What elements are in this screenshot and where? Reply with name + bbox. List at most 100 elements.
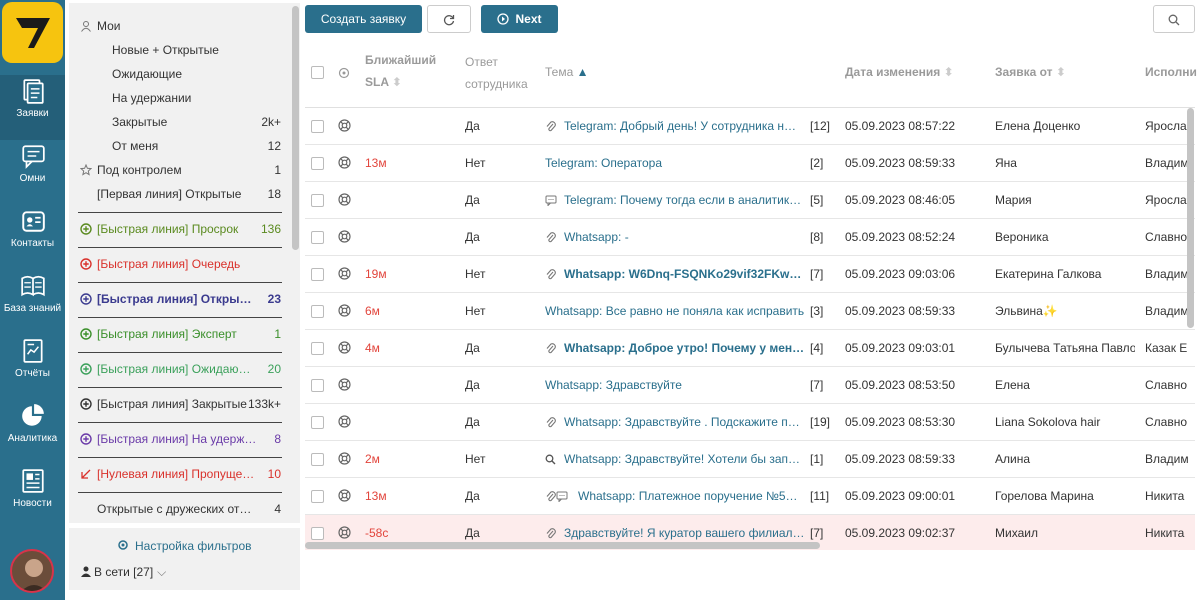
header-sla[interactable]: Ближайший SLA ⬍ xyxy=(365,49,445,93)
subject-link[interactable]: Whatsapp: - xyxy=(564,219,805,256)
nav-item-5[interactable]: Отчёты xyxy=(0,335,65,400)
assignee-name[interactable]: Казак Е xyxy=(1145,330,1195,367)
table-horizontal-scrollbar[interactable] xyxy=(305,542,820,549)
filter-my-sub-4[interactable]: Закрытые 2k+ xyxy=(69,112,291,132)
requester-name[interactable]: Горелова Марина xyxy=(995,478,1135,515)
requester-name[interactable]: Эльвина✨ xyxy=(995,293,1135,330)
assignee-name[interactable]: Славно xyxy=(1145,367,1195,404)
filter-group-6[interactable]: [Быстрая линия] Закрытые 133k+ xyxy=(69,394,291,414)
next-button[interactable]: Next xyxy=(481,5,558,33)
search-button[interactable] xyxy=(1153,5,1195,33)
filter-scrollbar[interactable] xyxy=(292,6,299,250)
table-row[interactable]: Да Whatsapp: Здравствуйте . Подскажите п…… xyxy=(305,404,1195,441)
subject-link[interactable]: Telegram: Оператора xyxy=(545,145,805,182)
nav-item-6[interactable]: Аналитика xyxy=(0,400,65,465)
assignee-name[interactable]: Никита xyxy=(1145,515,1195,550)
requester-name[interactable]: Мария xyxy=(995,182,1135,219)
subject-link[interactable]: Whatsapp: Здравствуйте! Хотели бы зап… xyxy=(564,441,805,478)
header-assignee[interactable]: Исполни xyxy=(1145,65,1197,79)
subject-link[interactable]: Whatsapp: Все равно не поняла как исправ… xyxy=(545,293,805,330)
assignee-name[interactable]: Никита xyxy=(1145,478,1195,515)
create-ticket-button[interactable]: Создать заявку xyxy=(305,5,422,33)
filter-group-8[interactable]: [Нулевая линия] Пропуще… 10 xyxy=(69,464,291,484)
row-checkbox[interactable] xyxy=(311,527,324,540)
table-row[interactable]: Да Whatsapp: - [8] 05.09.2023 08:52:24 Верон… xyxy=(305,219,1195,256)
subject-link[interactable]: Whatsapp: Здравствуйте xyxy=(545,367,805,404)
select-all-checkbox[interactable] xyxy=(311,66,324,79)
filter-group-3[interactable]: [Быстрая линия] Открыт… 23 xyxy=(69,289,291,309)
table-row[interactable]: 6м Нет Whatsapp: Все равно не поняла как и… xyxy=(305,293,1195,330)
table-row[interactable]: 4м Да Whatsapp: Доброе утро! Почему у мен…… xyxy=(305,330,1195,367)
filter-group-5[interactable]: [Быстрая линия] Ожидаю… 20 xyxy=(69,359,291,379)
table-row[interactable]: 2м Нет Whatsapp: Здравствуйте! Хотели бы з… xyxy=(305,441,1195,478)
header-modified[interactable]: Дата изменения ⬍ xyxy=(845,65,954,79)
table-row[interactable]: Да Telegram: Почему тогда если в аналитик… xyxy=(305,182,1195,219)
header-from[interactable]: Заявка от ⬍ xyxy=(995,65,1066,79)
filter-group-9[interactable]: Открытые с дружеских от… 4 xyxy=(69,499,291,519)
row-checkbox[interactable] xyxy=(311,305,324,318)
row-checkbox[interactable] xyxy=(311,490,324,503)
requester-name[interactable]: Елена xyxy=(995,367,1135,404)
row-checkbox[interactable] xyxy=(311,453,324,466)
nav-item-4[interactable]: База знаний xyxy=(0,270,65,335)
filter-my-sub-5[interactable]: От меня 12 xyxy=(69,136,291,156)
requester-name[interactable]: Вероника xyxy=(995,219,1135,256)
user-avatar[interactable] xyxy=(10,549,54,593)
requester-name[interactable]: Булычева Татьяна Павло xyxy=(995,330,1135,367)
nav-item-1[interactable]: Заявки xyxy=(0,75,65,140)
filter-my-sub-1[interactable]: Новые + Открытые xyxy=(69,40,291,60)
app-logo[interactable] xyxy=(2,2,63,63)
arrow-down-left-icon xyxy=(81,469,91,479)
requester-name[interactable]: Liana Sokolova hair xyxy=(995,404,1135,441)
row-checkbox[interactable] xyxy=(311,120,324,133)
filter-my-sub-2[interactable]: Ожидающие xyxy=(69,64,291,84)
row-checkbox[interactable] xyxy=(311,342,324,355)
requester-name[interactable]: Яна xyxy=(995,145,1135,182)
row-checkbox[interactable] xyxy=(311,416,324,429)
subject-link[interactable]: Whatsapp: W6Dnq-FSQNKo29vif32FKw… xyxy=(564,256,805,293)
row-checkbox[interactable] xyxy=(311,231,324,244)
header-answer[interactable]: Ответ сотрудника xyxy=(465,51,530,95)
requester-name[interactable]: Михаил xyxy=(995,515,1135,550)
assignee-name[interactable]: Владим xyxy=(1145,441,1195,478)
assignee-name[interactable]: Славно xyxy=(1145,404,1195,441)
filter-my-sub-3[interactable]: На удержании xyxy=(69,88,291,108)
filter-first-line-open[interactable]: [Первая линия] Открытые 18 xyxy=(69,184,291,204)
nav-item-7[interactable]: Новости xyxy=(0,465,65,530)
requester-name[interactable]: Елена Доценко xyxy=(995,108,1135,145)
subject-link[interactable]: Whatsapp: Здравствуйте . Подскажите п… xyxy=(564,404,805,441)
settings-icon[interactable] xyxy=(338,67,350,79)
subject-link[interactable]: Whatsapp: Доброе утро! Почему у мен… xyxy=(564,330,805,367)
subject-link[interactable]: Telegram: Почему тогда если в аналитик… xyxy=(564,182,805,219)
filter-under-control[interactable]: Под контролем 1 xyxy=(69,160,291,180)
table-row[interactable]: 19м Нет Whatsapp: W6Dnq-FSQNKo29vif32FKw… [… xyxy=(305,256,1195,293)
requester-name[interactable]: Алина xyxy=(995,441,1135,478)
requester-name[interactable]: Екатерина Галкова xyxy=(995,256,1135,293)
lifebuoy-icon xyxy=(338,378,351,391)
filter-group-1[interactable]: [Быстрая линия] Просрок 136 xyxy=(69,219,291,239)
gear-icon xyxy=(118,540,128,550)
row-checkbox[interactable] xyxy=(311,157,324,170)
refresh-button[interactable] xyxy=(427,5,471,33)
online-users[interactable]: В сети [27] ⌵ xyxy=(81,565,166,580)
row-checkbox[interactable] xyxy=(311,194,324,207)
answer-value: Нет xyxy=(465,267,486,281)
nav-item-2[interactable]: Омни xyxy=(0,140,65,205)
subject-link[interactable]: Telegram: Добрый день! У сотрудника н… xyxy=(564,108,805,145)
table-row[interactable]: 13м Да Whatsapp: Платежное поручение №5… [1… xyxy=(305,478,1195,515)
table-row[interactable]: Да Telegram: Добрый день! У сотрудника н…… xyxy=(305,108,1195,145)
table-vertical-scrollbar[interactable] xyxy=(1187,108,1194,328)
table-row[interactable]: Да Whatsapp: Здравствуйте [7] 05.09.2023 08… xyxy=(305,367,1195,404)
filter-group-2[interactable]: [Быстрая линия] Очередь xyxy=(69,254,291,274)
filter-settings-link[interactable]: Настройка фильтров xyxy=(117,539,252,553)
subject-link[interactable]: Whatsapp: Платежное поручение №5… xyxy=(578,478,805,515)
header-subject[interactable]: Тема ▲ xyxy=(545,65,589,79)
filter-group-4[interactable]: [Быстрая линия] Эксперт 1 xyxy=(69,324,291,344)
nav-item-3[interactable]: Контакты xyxy=(0,205,65,270)
row-checkbox[interactable] xyxy=(311,268,324,281)
filter-group-7[interactable]: [Быстрая линия] На удерж… 8 xyxy=(69,429,291,449)
filter-my[interactable]: Мои xyxy=(69,16,291,36)
table-row[interactable]: 13м Нет Telegram: Оператора [2] 05.09.2023 0… xyxy=(305,145,1195,182)
sla-value: 13м xyxy=(365,489,387,503)
row-checkbox[interactable] xyxy=(311,379,324,392)
